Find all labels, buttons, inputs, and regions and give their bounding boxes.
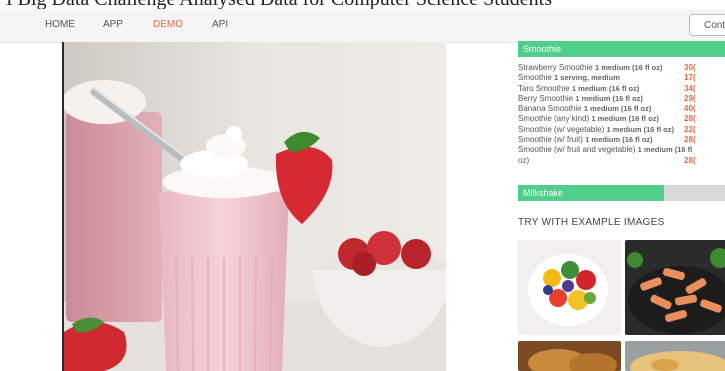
list-item: Banana Smoothie 1 medium (16 fl oz) 40( <box>518 104 696 114</box>
nutrition-list: Strawberry Smoothie 1 medium (16 fl oz) 3… <box>518 63 725 166</box>
category-bar-smoothie: Smoothie <box>518 41 725 57</box>
list-item: Smoothie (w/ fruit and vegetable) 1 medi… <box>518 145 693 155</box>
contact-button[interactable]: Conta <box>689 14 725 36</box>
example-image-fruit-salad[interactable] <box>518 240 621 335</box>
list-item: Strawberry Smoothie 1 medium (16 fl oz) 3… <box>518 63 696 72</box>
list-item: Taro Smoothie 1 medium (16 fl oz) 34( <box>518 83 696 93</box>
nav-demo[interactable]: DEMO <box>153 19 183 30</box>
list-item: Smoothie 1 serving, medium 17( <box>518 73 696 83</box>
example-image-penne-pasta[interactable] <box>625 240 725 335</box>
list-item: Smoothie (w/ fruit) 1 medium (16 fl oz) 2… <box>518 135 696 145</box>
example-images-title: TRY WITH EXAMPLE IMAGES <box>518 217 665 228</box>
list-item: Smoothie (any kind) 1 medium (16 fl oz) 2… <box>518 114 696 124</box>
example-image-baked-dish[interactable] <box>625 341 725 371</box>
nav-api[interactable]: API <box>212 19 228 30</box>
nav-home[interactable]: HOME <box>45 19 75 30</box>
category-bar-milkshake: Milkshake <box>518 185 665 201</box>
list-item: oz) 28( <box>518 155 696 165</box>
list-item: Berry Smoothie 1 medium (16 fl oz) 29( <box>518 93 696 103</box>
uploaded-food-photo <box>62 42 446 371</box>
navbar: HOME APP DEMO API Conta <box>0 9 725 43</box>
page-top-cut-text: I Big Data Challenge Analysed Data for C… <box>0 0 725 9</box>
example-image-fried-chicken[interactable] <box>518 341 621 371</box>
nav-app[interactable]: APP <box>103 19 123 30</box>
list-item: Smoothie (w/ vegetable) 1 medium (16 fl … <box>518 124 696 134</box>
